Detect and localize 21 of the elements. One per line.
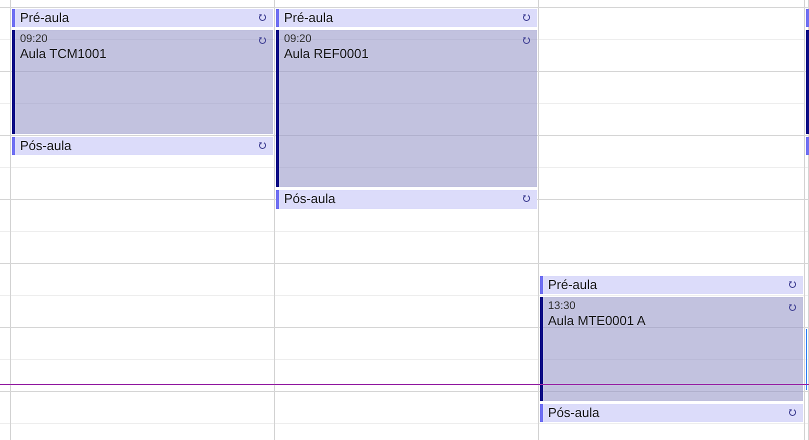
event-title: Pré-aula — [548, 276, 598, 293]
event-card[interactable]: Pré-aula — [540, 276, 803, 294]
event-card[interactable]: Pós-aula — [276, 190, 537, 209]
event-title: Pré-aula — [20, 10, 70, 26]
event-title: Aula MTE0001 A — [548, 313, 646, 329]
event-title: Aula TCM1001 — [20, 46, 106, 62]
event-title: Pós-aula — [20, 138, 72, 154]
event-time: 13:30 — [548, 300, 577, 313]
event-card[interactable]: Pré-aula — [276, 9, 537, 28]
event-card[interactable]: Pré-aula — [12, 9, 273, 28]
event-time: 09:20 — [20, 33, 49, 46]
event-title: Aula REF0001 — [284, 46, 369, 62]
event-title: Pós-aula — [548, 404, 600, 421]
event-title: Pré-aula — [284, 10, 334, 26]
event-time: 09:20 — [284, 33, 313, 46]
event-card[interactable]: Pós-aula — [540, 404, 803, 422]
event-card[interactable]: 09:20 Aula REF0001 — [276, 30, 537, 188]
event-card[interactable]: 13:30 Aula MTE0001 A — [540, 297, 803, 401]
event-card[interactable]: Pós-aula — [12, 137, 273, 156]
event-title: Pós-aula — [284, 191, 336, 208]
event-card[interactable]: 09:20 Aula TCM1001 — [12, 30, 273, 134]
